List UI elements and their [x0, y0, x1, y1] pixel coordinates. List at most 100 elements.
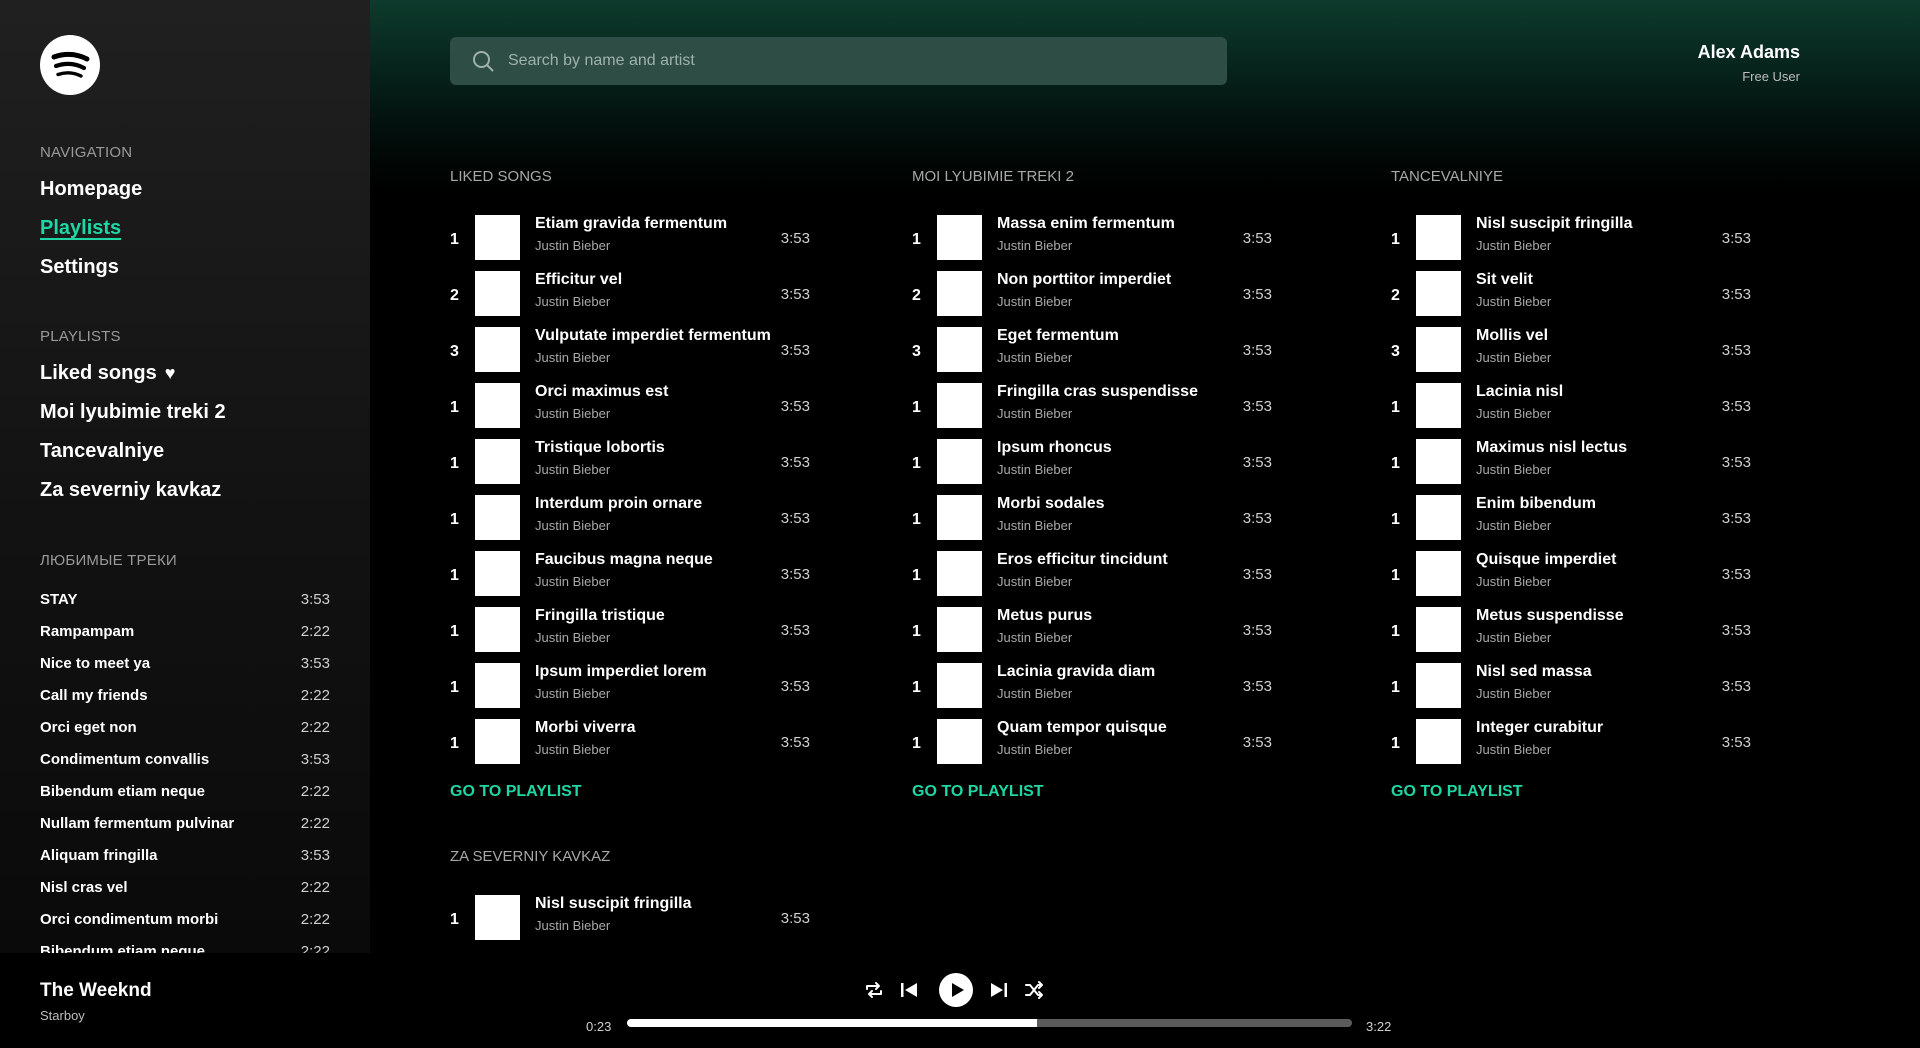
- favorite-track-row[interactable]: Call my friends 2:22: [40, 679, 330, 711]
- track-cover-image: [1416, 719, 1461, 764]
- track-row[interactable]: 1 Nisl sed massa Justin Bieber 3:53: [1391, 663, 1751, 719]
- favorite-track-row[interactable]: Bibendum etiam neque 2:22: [40, 775, 330, 807]
- track-title: Maximus nisl lectus: [1476, 439, 1628, 456]
- next-icon[interactable]: [990, 981, 1008, 999]
- user-profile[interactable]: Alex Adams Free User: [1698, 42, 1800, 84]
- nav-homepage[interactable]: Homepage: [40, 178, 142, 201]
- favorite-track-row[interactable]: Nisl cras vel 2:22: [40, 871, 330, 903]
- favorite-track-row[interactable]: Nullam fermentum pulvinar 2:22: [40, 807, 330, 839]
- track-number: 1: [1391, 679, 1400, 696]
- track-row[interactable]: 2 Non porttitor imperdiet Justin Bieber 3:5…: [912, 271, 1272, 327]
- track-row[interactable]: 3 Eget fermentum Justin Bieber 3:53: [912, 327, 1272, 383]
- spotify-logo-icon[interactable]: [40, 35, 100, 95]
- track-number: 1: [1391, 455, 1400, 472]
- track-row[interactable]: 3 Mollis vel Justin Bieber 3:53: [1391, 327, 1751, 383]
- track-duration: 3:53: [1721, 286, 1751, 303]
- track-row[interactable]: 1 Faucibus magna neque Justin Bieber 3:53: [450, 551, 810, 607]
- search-input[interactable]: [508, 52, 1208, 70]
- go-to-playlist-link[interactable]: GO TO PLAYLIST: [912, 783, 1272, 801]
- favorite-track-title: Nice to meet ya: [40, 654, 151, 672]
- track-artist: Justin Bieber: [535, 294, 611, 309]
- track-artist: Justin Bieber: [535, 518, 611, 533]
- track-row[interactable]: 2 Efficitur vel Justin Bieber 3:53: [450, 271, 810, 327]
- track-artist: Justin Bieber: [1476, 294, 1552, 309]
- track-row[interactable]: 1 Metus suspendisse Justin Bieber 3:53: [1391, 607, 1751, 663]
- favorite-track-row[interactable]: Orci eget non 2:22: [40, 711, 330, 743]
- progress-bar[interactable]: [627, 1019, 1352, 1027]
- track-row[interactable]: 1 Maximus nisl lectus Justin Bieber 3:53: [1391, 439, 1751, 495]
- track-row[interactable]: 2 Sit velit Justin Bieber 3:53: [1391, 271, 1751, 327]
- track-row[interactable]: 1 Ipsum rhoncus Justin Bieber 3:53: [912, 439, 1272, 495]
- track-row[interactable]: 1 Fringilla tristique Justin Bieber 3:53: [450, 607, 810, 663]
- sidebar-playlist-moi-lyubimie-treki-2[interactable]: Moi lyubimie treki 2: [40, 401, 226, 424]
- favorite-track-duration: 2:22: [300, 814, 330, 832]
- now-playing-title: The Weeknd: [40, 980, 152, 1001]
- sidebar: NAVIGATION Homepage Playlists Settings P…: [0, 0, 370, 953]
- nav-playlists[interactable]: Playlists: [40, 217, 121, 240]
- favorite-track-duration: 2:22: [300, 686, 330, 704]
- track-row[interactable]: 1 Integer curabitur Justin Bieber 3:53: [1391, 719, 1751, 775]
- track-row[interactable]: 1 Quam tempor quisque Justin Bieber 3:53: [912, 719, 1272, 775]
- track-row[interactable]: 1 Orci maximus est Justin Bieber 3:53: [450, 383, 810, 439]
- track-row[interactable]: 1 Nisl suscipit fringilla Justin Bieber 3:5…: [450, 895, 810, 951]
- track-row[interactable]: 1 Interdum proin ornare Justin Bieber 3:53: [450, 495, 810, 551]
- track-row[interactable]: 1 Eros efficitur tincidunt Justin Bieber 3:…: [912, 551, 1272, 607]
- track-row[interactable]: 1 Lacinia gravida diam Justin Bieber 3:53: [912, 663, 1272, 719]
- favorite-track-row[interactable]: Rampampam 2:22: [40, 615, 330, 647]
- track-row[interactable]: 1 Nisl suscipit fringilla Justin Bieber 3:5…: [1391, 215, 1751, 271]
- track-duration: 3:53: [1721, 510, 1751, 527]
- track-title: Nisl suscipit fringilla: [1476, 215, 1633, 232]
- previous-icon[interactable]: [900, 981, 918, 999]
- track-row[interactable]: 1 Metus purus Justin Bieber 3:53: [912, 607, 1272, 663]
- track-duration: 3:53: [1242, 510, 1272, 527]
- favorite-track-row[interactable]: Condimentum convallis 3:53: [40, 743, 330, 775]
- track-title: Nisl sed massa: [1476, 663, 1592, 680]
- track-number: 3: [450, 343, 459, 360]
- sidebar-playlist-liked-songs[interactable]: Liked songs ♥: [40, 362, 175, 385]
- track-row[interactable]: 1 Lacinia nisl Justin Bieber 3:53: [1391, 383, 1751, 439]
- playlist-liked-songs: LIKED SONGS 1 Etiam gravida fermentum Justi…: [450, 168, 810, 801]
- favorite-track-duration: 2:22: [300, 718, 330, 736]
- favorite-track-duration: 2:22: [300, 942, 330, 954]
- track-row[interactable]: 1 Fringilla cras suspendisse Justin Bieber…: [912, 383, 1272, 439]
- favorites-list: STAY 3:53 Rampampam 2:22 Nice to meet ya 3:53…: [40, 583, 330, 954]
- track-artist: Justin Bieber: [997, 406, 1073, 421]
- favorite-track-row[interactable]: Bibendum etiam neque 2:22: [40, 935, 330, 954]
- track-row[interactable]: 1 Enim bibendum Justin Bieber 3:53: [1391, 495, 1751, 551]
- track-row[interactable]: 1 Ipsum imperdiet lorem Justin Bieber 3:53: [450, 663, 810, 719]
- track-artist: Justin Bieber: [1476, 350, 1552, 365]
- sidebar-playlist-za-severniy-kavkaz[interactable]: Za severniy kavkaz: [40, 479, 221, 502]
- track-title: Orci maximus est: [535, 383, 669, 400]
- favorite-track-row[interactable]: Aliquam fringilla 3:53: [40, 839, 330, 871]
- track-duration: 3:53: [1721, 230, 1751, 247]
- track-row[interactable]: 1 Tristique lobortis Justin Bieber 3:53: [450, 439, 810, 495]
- play-icon[interactable]: [939, 973, 973, 1007]
- track-number: 1: [450, 623, 459, 640]
- track-number: 1: [450, 399, 459, 416]
- sidebar-playlist-tancevalniye[interactable]: Tancevalniye: [40, 440, 164, 463]
- track-list: 1 Nisl suscipit fringilla Justin Bieber 3:5…: [1391, 215, 1751, 775]
- track-duration: 3:53: [1242, 622, 1272, 639]
- track-row[interactable]: 1 Quisque imperdiet Justin Bieber 3:53: [1391, 551, 1751, 607]
- track-row[interactable]: 3 Vulputate imperdiet fermentum Justin Bie…: [450, 327, 810, 383]
- track-number: 1: [1391, 735, 1400, 752]
- track-row[interactable]: 1 Morbi sodales Justin Bieber 3:53: [912, 495, 1272, 551]
- track-row[interactable]: 1 Massa enim fermentum Justin Bieber 3:53: [912, 215, 1272, 271]
- track-cover-image: [937, 495, 982, 540]
- search-bar[interactable]: [450, 37, 1227, 85]
- player-bar: The Weeknd Starboy 0:23 3:22: [0, 953, 1920, 1048]
- go-to-playlist-link[interactable]: GO TO PLAYLIST: [1391, 783, 1751, 801]
- go-to-playlist-link[interactable]: GO TO PLAYLIST: [450, 783, 810, 801]
- favorite-track-row[interactable]: STAY 3:53: [40, 583, 330, 615]
- track-number: 1: [912, 623, 921, 640]
- track-cover-image: [1416, 215, 1461, 260]
- track-duration: 3:53: [780, 398, 810, 415]
- favorite-track-row[interactable]: Orci condimentum morbi 2:22: [40, 903, 330, 935]
- track-row[interactable]: 1 Morbi viverra Justin Bieber 3:53: [450, 719, 810, 775]
- nav-settings[interactable]: Settings: [40, 256, 119, 279]
- favorite-track-row[interactable]: Nice to meet ya 3:53: [40, 647, 330, 679]
- track-title: Metus purus: [997, 607, 1093, 624]
- shuffle-icon[interactable]: [1024, 980, 1044, 1000]
- repeat-icon[interactable]: [864, 980, 884, 1000]
- track-row[interactable]: 1 Etiam gravida fermentum Justin Bieber 3:5…: [450, 215, 810, 271]
